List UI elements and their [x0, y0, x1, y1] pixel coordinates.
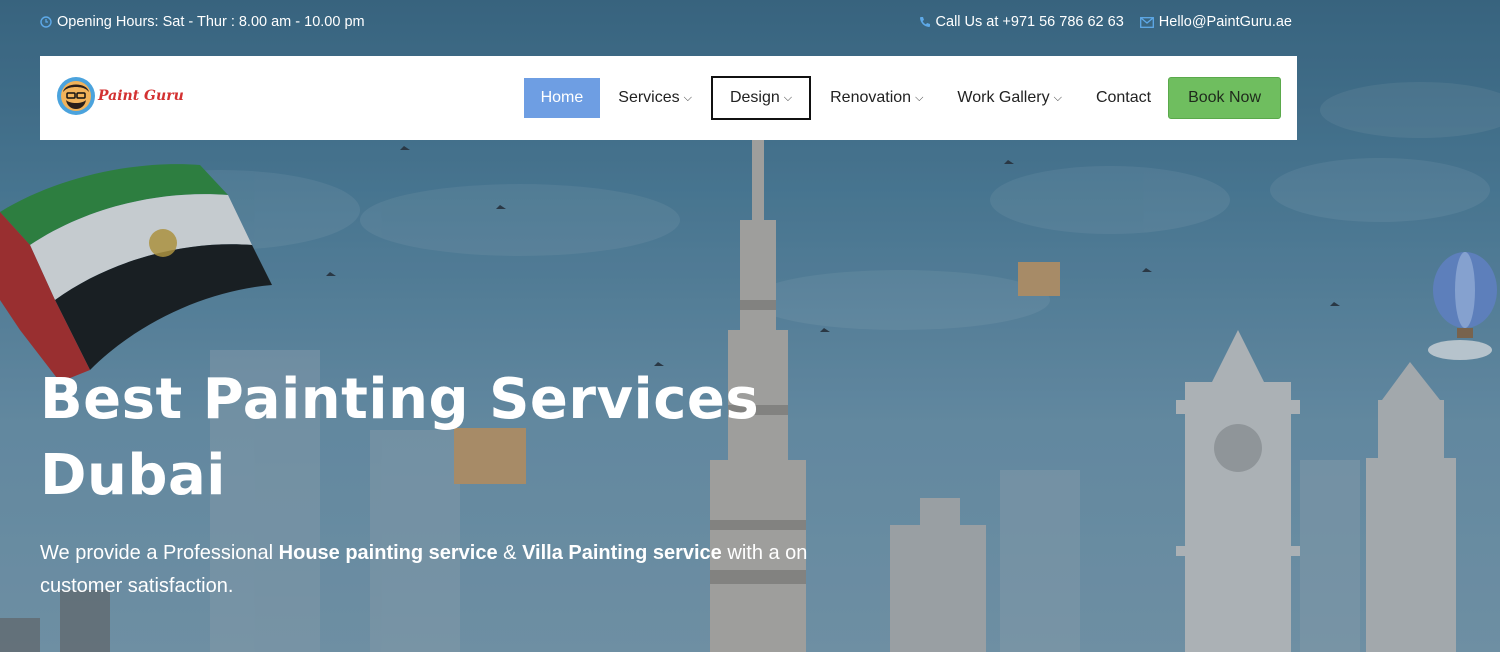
hero-title: Best Painting Services Dubai: [40, 362, 759, 514]
hero-desc-part2: &: [497, 542, 523, 564]
nav-home-label: Home: [540, 89, 584, 106]
book-now-button[interactable]: Book Now: [1168, 77, 1281, 119]
nav-contact[interactable]: Contact: [1079, 78, 1168, 118]
mail-icon: [1139, 16, 1154, 28]
top-info-bar: Opening Hours: Sat - Thur : 8.00 am - 10…: [0, 0, 1500, 46]
email-text: Hello@PaintGuru.ae: [1158, 14, 1292, 30]
chevron-down-icon: ⌵: [915, 91, 924, 104]
hero-desc-villa-painting: Villa Painting service: [522, 542, 722, 564]
nav-work-gallery-label: Work Gallery: [957, 89, 1050, 106]
hero-desc-part1: We provide a Professional: [40, 542, 279, 564]
nav-design-label: Design: [729, 89, 780, 106]
email-link[interactable]: Hello@PaintGuru.ae: [1139, 14, 1292, 30]
logo-text: Paint Guru: [98, 88, 184, 104]
nav-work-gallery[interactable]: Work Gallery ⌵: [940, 78, 1079, 118]
nav-home[interactable]: Home: [523, 78, 601, 118]
hero-desc-house-painting: House painting service: [278, 542, 498, 564]
hero-description: We provide a Professional House painting…: [40, 537, 830, 603]
nav-services[interactable]: Services ⌵: [601, 78, 709, 118]
phone-text: Call Us at +971 56 786 62 63: [935, 14, 1124, 30]
hero-title-line2: Dubai: [40, 443, 226, 508]
nav-contact-label: Contact: [1095, 89, 1152, 106]
nav-menu: Home Services ⌵ Design ⌵ Renovation ⌵ Wo…: [523, 76, 1281, 120]
nav-services-label: Services: [618, 89, 680, 106]
main-navbar: Paint Guru Home Services ⌵ Design ⌵ Reno…: [40, 56, 1297, 140]
opening-hours: Opening Hours: Sat - Thur : 8.00 am - 10…: [40, 14, 365, 30]
logo[interactable]: Paint Guru: [56, 76, 184, 116]
nav-design[interactable]: Design ⌵: [710, 76, 812, 120]
phone-link[interactable]: Call Us at +971 56 786 62 63: [919, 14, 1124, 30]
clock-icon: [40, 16, 52, 28]
chevron-down-icon: ⌵: [783, 91, 793, 104]
nav-renovation-label: Renovation: [830, 89, 912, 106]
phone-icon: [919, 16, 931, 28]
nav-renovation[interactable]: Renovation ⌵: [813, 78, 940, 118]
chevron-down-icon: ⌵: [1053, 91, 1062, 104]
logo-mascot-icon: [57, 77, 95, 115]
hero-title-line1: Best Painting Services: [40, 367, 760, 432]
book-now-label: Book Now: [1188, 89, 1261, 106]
opening-hours-text: Opening Hours: Sat - Thur : 8.00 am - 10…: [57, 14, 365, 30]
chevron-down-icon: ⌵: [683, 91, 692, 104]
